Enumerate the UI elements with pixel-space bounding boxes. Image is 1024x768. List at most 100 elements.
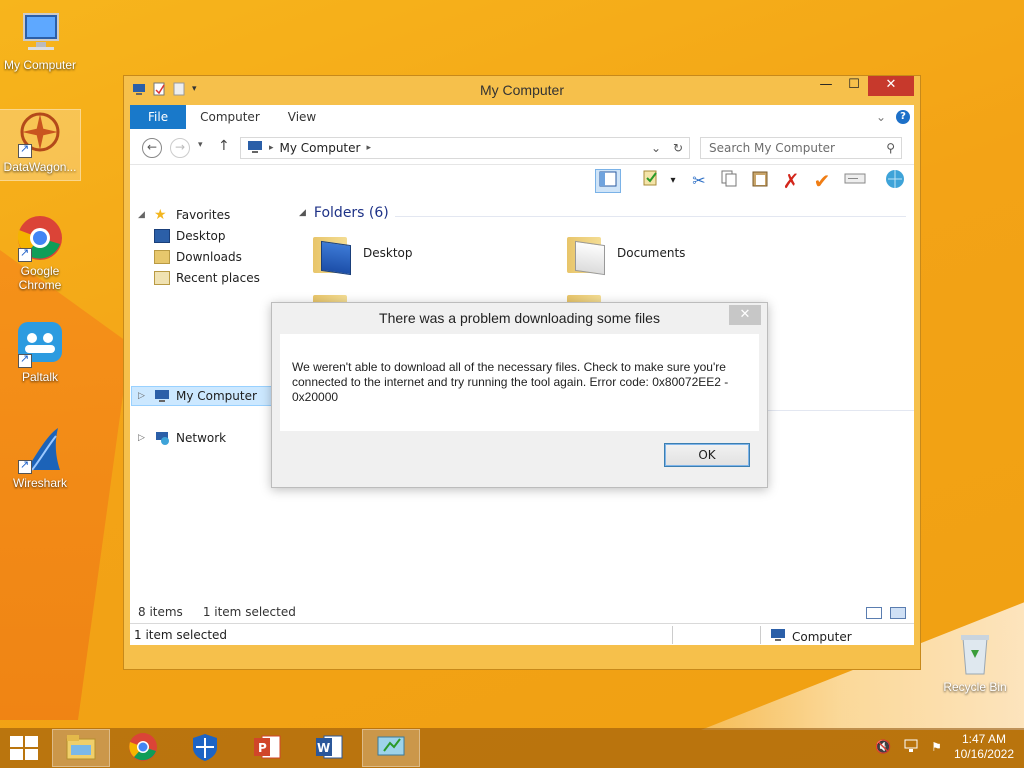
breadcrumb-separator-icon: ▸ (269, 143, 274, 153)
rename-check-icon[interactable]: ✔ (809, 169, 835, 193)
large-icons-view-icon[interactable] (890, 607, 906, 619)
network-icon (154, 431, 170, 445)
file-explorer-icon (65, 733, 97, 764)
taskbar-media-creation-tool[interactable] (362, 729, 420, 767)
minimize-button[interactable]: — (812, 76, 840, 96)
delete-icon[interactable]: ✗ (778, 169, 804, 193)
tab-view[interactable]: View (274, 105, 330, 129)
ok-button[interactable]: OK (664, 443, 750, 467)
paste-icon[interactable] (747, 169, 773, 193)
status-selected: 1 item selected (134, 628, 228, 642)
tab-file[interactable]: File (130, 105, 187, 129)
up-arrow-icon[interactable]: ↑ (218, 138, 230, 154)
nav-label: Network (176, 431, 227, 445)
row-divider (295, 285, 914, 286)
desktop-icon-paltalk[interactable]: Paltalk (0, 320, 80, 384)
address-dropdown-icon[interactable]: ⌄ (645, 141, 667, 155)
taskbar-word[interactable]: W (300, 729, 358, 767)
network-globe-icon[interactable] (882, 169, 908, 193)
desktop-icon-google-chrome[interactable]: Google Chrome (0, 214, 80, 292)
start-button[interactable] (10, 736, 38, 760)
folder-icon (563, 289, 607, 303)
dialog-close-button[interactable]: ✕ (729, 305, 761, 325)
nav-label: Recent places (176, 271, 260, 285)
nav-downloads[interactable]: Downloads (154, 247, 242, 267)
desktop-icon-my-computer[interactable]: My Computer (0, 8, 80, 72)
forward-button[interactable]: → (170, 138, 190, 158)
properties-dropdown-icon[interactable]: ▾ (660, 169, 686, 193)
clock-time: 1:47 AM (961, 732, 1006, 746)
cut-icon[interactable]: ✂ (686, 169, 712, 193)
nav-recent-places[interactable]: Recent places (154, 268, 260, 288)
tab-computer[interactable]: Computer (186, 105, 274, 129)
drive-icon[interactable] (842, 169, 868, 193)
clock[interactable]: 1:47 AM 10/16/2022 (954, 732, 1014, 762)
item-status: 8 items 1 item selected (138, 605, 296, 619)
desktop-icon-recycle-bin[interactable]: Recycle Bin (935, 630, 1015, 694)
address-bar-row: ← → ▾ ↑ ▸ My Computer ▸ ⌄ ↻ Search My Co… (130, 129, 914, 165)
taskbar-powerpoint[interactable]: P (238, 729, 296, 767)
back-button[interactable]: ← (142, 138, 162, 158)
status-separator (760, 626, 761, 644)
folder-label: Documents (617, 246, 686, 260)
nav-label: Downloads (176, 250, 242, 264)
help-icon[interactable]: ? (896, 110, 910, 124)
taskbar-defender[interactable] (176, 729, 234, 767)
folders-group-header[interactable]: ◢ Folders (6) (299, 205, 389, 221)
view-switcher (866, 607, 906, 619)
desktop-icon-label: Paltalk (21, 370, 59, 384)
desktop-icon-label: DataWagon... (3, 160, 77, 174)
folder-documents[interactable]: Documents (563, 231, 686, 276)
volume-muted-icon[interactable]: 🔇 (875, 740, 891, 755)
nav-favorites[interactable]: ◢ ★ Favorites (138, 205, 230, 225)
recent-locations-icon[interactable]: ▾ (198, 140, 203, 150)
expand-ribbon-icon[interactable]: ⌄ (876, 110, 886, 124)
maximize-button[interactable]: ☐ (840, 76, 868, 96)
nav-desktop[interactable]: Desktop (154, 226, 226, 246)
paltalk-icon (16, 320, 64, 368)
shield-icon (190, 732, 220, 765)
collapse-arrow-icon[interactable]: ◢ (299, 208, 306, 218)
error-dialog[interactable]: There was a problem downloading some fil… (271, 302, 768, 488)
breadcrumb-my-computer[interactable]: My Computer (280, 141, 361, 155)
address-field[interactable]: ▸ My Computer ▸ ⌄ ↻ (240, 137, 690, 159)
chrome-icon (16, 214, 64, 262)
close-button[interactable]: ✕ (868, 76, 914, 96)
shortcut-arrow-icon (18, 458, 32, 474)
taskbar-file-explorer[interactable] (52, 729, 110, 767)
network-tray-icon[interactable] (903, 739, 919, 756)
desktop-icon-datawagon[interactable]: DataWagon... (0, 109, 81, 181)
expand-arrow-icon[interactable]: ▷ (138, 391, 148, 401)
preview-pane-button[interactable] (595, 169, 621, 193)
dialog-message: We weren't able to download all of the n… (280, 334, 759, 431)
expand-arrow-icon[interactable]: ▷ (138, 433, 148, 443)
svg-text:P: P (258, 741, 267, 755)
downloads-folder-icon (154, 250, 170, 264)
details-view-icon[interactable] (866, 607, 882, 619)
collapse-arrow-icon[interactable]: ◢ (138, 210, 148, 220)
desktop-icon-label: My Computer (3, 58, 77, 72)
computer-icon (770, 628, 786, 645)
folder-desktop[interactable]: Desktop (309, 231, 413, 276)
breadcrumb-chevron-icon[interactable]: ▸ (366, 143, 371, 153)
computer-icon (16, 8, 64, 56)
desktop-folder-icon (309, 231, 353, 276)
nav-network[interactable]: ▷ Network (138, 428, 226, 448)
refresh-icon[interactable]: ↻ (667, 141, 689, 155)
taskbar-chrome[interactable] (114, 729, 172, 767)
desktop-icon-label: Recycle Bin (943, 680, 1007, 694)
desktop-icon-wireshark[interactable]: Wireshark (0, 426, 80, 490)
search-input[interactable]: Search My Computer ⚲ (700, 137, 902, 159)
window-title: My Computer (479, 82, 565, 98)
nav-label: Favorites (176, 208, 231, 222)
system-tray: 🔇 ⚑ 1:47 AM 10/16/2022 (875, 732, 1014, 762)
dialog-title-bar[interactable]: There was a problem downloading some fil… (272, 303, 767, 333)
computer-icon (154, 389, 170, 403)
copy-icon[interactable] (716, 169, 742, 193)
title-bar[interactable]: ▾ My Computer — ☐ ✕ (124, 76, 920, 104)
action-center-flag-icon[interactable]: ⚑ (931, 740, 942, 754)
nav-my-computer[interactable]: ▷ My Computer (138, 386, 257, 406)
powerpoint-icon: P (252, 732, 282, 765)
taskbar: P W 🔇 ⚑ 1:47 AM 10/16/2022 (0, 728, 1024, 768)
search-icon[interactable]: ⚲ (886, 138, 895, 158)
